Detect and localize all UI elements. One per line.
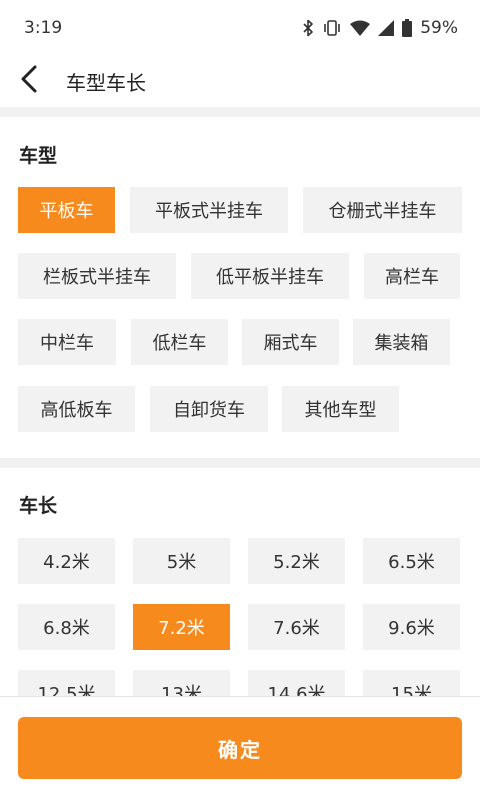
vehicle-length-chip[interactable]: 7.2米 <box>133 604 230 650</box>
app-header: 车型车长 <box>0 56 480 106</box>
vehicle-length-chip[interactable]: 5.2米 <box>248 538 345 584</box>
vehicle-type-chip[interactable]: 自卸货车 <box>150 386 268 432</box>
vehicle-type-chip[interactable]: 平板车 <box>18 187 115 233</box>
status-bar: 3:19 59% <box>0 0 480 56</box>
section-divider <box>0 458 480 468</box>
vehicle-type-chip[interactable]: 厢式车 <box>242 319 339 365</box>
vehicle-type-chip[interactable]: 仓栅式半挂车 <box>303 187 462 233</box>
vehicle-type-chip[interactable]: 高栏车 <box>364 253 460 299</box>
vehicle-length-chip[interactable]: 7.6米 <box>248 604 345 650</box>
status-icons: 59% <box>302 18 458 38</box>
vehicle-type-chip[interactable]: 高低板车 <box>18 386 135 432</box>
vehicle-length-title: 车长 <box>19 495 58 517</box>
bluetooth-icon <box>302 19 314 37</box>
wifi-icon <box>350 20 371 36</box>
back-button[interactable] <box>14 61 44 101</box>
status-time: 3:19 <box>24 18 63 38</box>
vehicle-length-chip[interactable]: 6.8米 <box>18 604 115 650</box>
vehicle-length-chip[interactable]: 4.2米 <box>18 538 115 584</box>
vehicle-type-chip[interactable]: 集装箱 <box>353 319 450 365</box>
vehicle-type-title: 车型 <box>19 145 58 167</box>
vehicle-type-chip[interactable]: 中栏车 <box>18 319 116 365</box>
vehicle-length-chip[interactable]: 6.5米 <box>363 538 460 584</box>
vehicle-type-chip[interactable]: 低平板半挂车 <box>191 253 349 299</box>
battery-icon <box>402 19 413 37</box>
bottom-bar: 确定 <box>0 696 480 800</box>
battery-percent: 59% <box>420 18 458 38</box>
screen: 3:19 59% 车型车长 车型 平板车 平板式半挂车 仓栅式半挂车 栏板式半挂… <box>0 0 480 800</box>
back-arrow-icon <box>20 65 38 97</box>
vehicle-type-chip[interactable]: 其他车型 <box>282 386 399 432</box>
vehicle-type-chip[interactable]: 低栏车 <box>131 319 228 365</box>
section-divider <box>0 107 480 117</box>
vehicle-type-chip[interactable]: 平板式半挂车 <box>130 187 288 233</box>
vibrate-icon <box>322 19 342 37</box>
confirm-button[interactable]: 确定 <box>18 717 462 779</box>
vehicle-length-chip[interactable]: 5米 <box>133 538 230 584</box>
vehicle-type-chip[interactable]: 栏板式半挂车 <box>18 253 176 299</box>
vehicle-length-chip[interactable]: 9.6米 <box>363 604 460 650</box>
cell-signal-icon <box>378 20 395 36</box>
page-title: 车型车长 <box>66 70 146 95</box>
